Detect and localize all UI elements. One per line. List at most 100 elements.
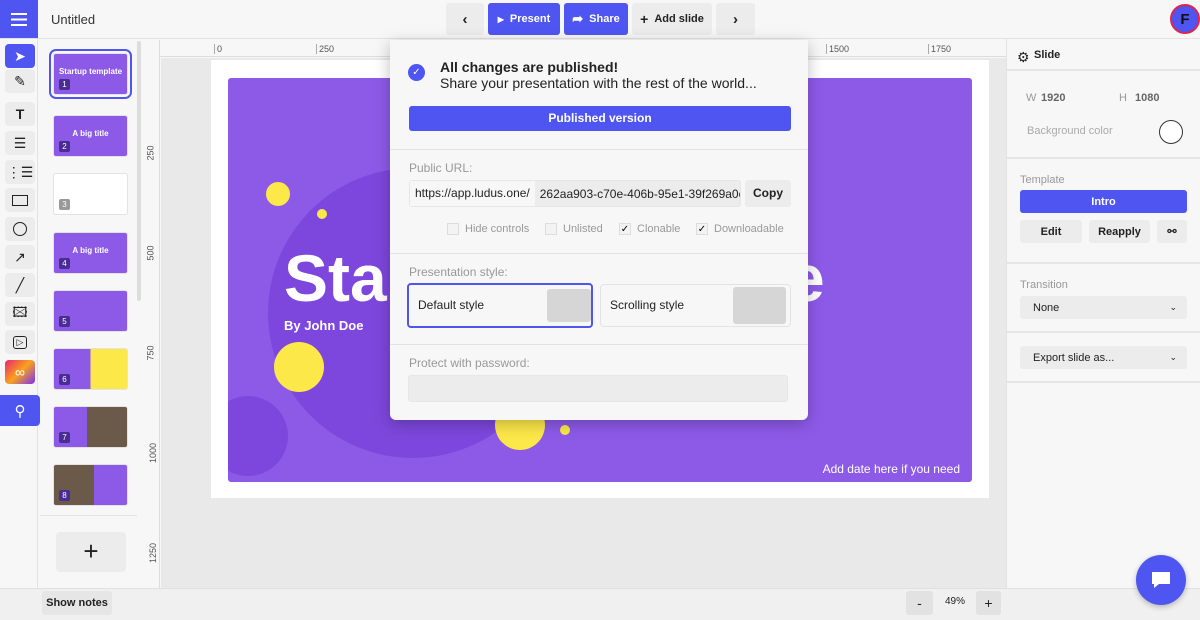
image-tool[interactable]: 🖾: [5, 302, 35, 326]
slide-thumbnail[interactable]: Startup template 1: [49, 49, 132, 99]
rectangle-icon: [12, 194, 28, 206]
clonable-checkbox[interactable]: ✓ Clonable: [619, 223, 680, 235]
user-avatar[interactable]: F: [1170, 4, 1200, 34]
unlisted-checkbox[interactable]: Unlisted: [545, 223, 603, 235]
zoom-level: 49%: [944, 596, 965, 607]
ruler-tick: 0: [214, 44, 222, 54]
height-value[interactable]: 1080: [1135, 92, 1159, 104]
ruler-tick: 1000: [148, 442, 159, 464]
add-slide-thumb-button[interactable]: +: [56, 532, 126, 572]
export-slide-select[interactable]: Export slide as... ⌄: [1020, 346, 1187, 369]
chat-button[interactable]: [1136, 555, 1186, 605]
add-slide-button[interactable]: + Add slide: [632, 3, 712, 35]
slide-thumbnail[interactable]: 7: [53, 406, 128, 448]
search-icon: ⚲: [14, 402, 26, 420]
decor-circle: [266, 182, 290, 206]
show-notes-button[interactable]: Show notes: [42, 591, 112, 615]
creative-cloud-icon: ∞: [15, 364, 25, 380]
ruler-tick: 1500: [826, 44, 849, 54]
previous-slide-button[interactable]: ‹: [446, 3, 484, 35]
url-prefix: https://app.ludus.one/: [410, 181, 535, 206]
presentation-style-label: Presentation style:: [409, 265, 508, 279]
paragraph-tool[interactable]: ☰: [5, 131, 35, 155]
play-icon: ▶: [497, 14, 504, 24]
present-button[interactable]: ▶ Present: [488, 3, 560, 35]
menu-button[interactable]: [0, 0, 38, 38]
published-version-button[interactable]: Published version: [409, 106, 791, 131]
ellipse-tool[interactable]: [5, 217, 35, 241]
default-style-option[interactable]: Default style: [407, 283, 593, 328]
slide-title-left[interactable]: Sta: [284, 240, 387, 316]
text-icon: T: [15, 106, 25, 122]
slide-author[interactable]: By John Doe: [284, 318, 363, 333]
decor-circle: [228, 396, 288, 476]
style-preview: [547, 289, 591, 322]
share-arrow-icon: ➦: [572, 11, 584, 26]
slide-thumbnail[interactable]: 8: [53, 464, 128, 506]
width-value[interactable]: 1920: [1041, 92, 1065, 104]
template-label: Template: [1020, 174, 1065, 186]
password-label: Protect with password:: [409, 356, 530, 370]
background-color-label: Background color: [1027, 125, 1113, 137]
rectangle-tool[interactable]: [5, 188, 35, 212]
downloadable-checkbox[interactable]: ✓ Downloadable: [696, 223, 784, 235]
properties-panel: ⚙ Slide W 1920 H 1080 Background color T…: [1006, 39, 1200, 588]
creative-cloud-button[interactable]: ∞: [5, 360, 35, 384]
arrow-tool[interactable]: ↗: [5, 245, 35, 269]
template-intro-button[interactable]: Intro: [1020, 190, 1187, 213]
thumbnail-number: 8: [59, 490, 70, 501]
list-tool[interactable]: ⋮☰: [5, 160, 35, 184]
hide-controls-checkbox[interactable]: Hide controls: [447, 223, 529, 235]
thumbnail-number: 2: [59, 141, 70, 152]
zoom-in-button[interactable]: +: [976, 591, 1001, 615]
share-button[interactable]: ➦ Share: [564, 3, 628, 35]
background-color-swatch[interactable]: [1159, 120, 1183, 144]
unlink-template-button[interactable]: ⚯: [1157, 220, 1187, 243]
image-icon: 🖾: [12, 304, 28, 320]
thumbnail-scrollbar[interactable]: [137, 41, 141, 301]
transition-label: Transition: [1020, 279, 1068, 291]
public-url-field[interactable]: https://app.ludus.one/ 262aa903-c70e-406…: [409, 180, 741, 207]
line-tool[interactable]: ╱: [5, 273, 35, 297]
reapply-template-button[interactable]: Reapply: [1089, 220, 1150, 243]
height-label: H: [1119, 92, 1127, 104]
line-icon: ╱: [15, 276, 25, 293]
edit-template-button[interactable]: Edit: [1020, 220, 1082, 243]
slide-thumbnail[interactable]: 3: [53, 173, 128, 215]
public-url-label: Public URL:: [409, 161, 473, 175]
video-tool[interactable]: ▷: [5, 330, 35, 354]
thumbnail-number: 4: [59, 258, 70, 269]
list-icon: ⋮☰: [6, 163, 34, 180]
thumbnail-title: Startup template: [58, 67, 123, 76]
ruler-tick: 250: [145, 145, 156, 161]
ruler-tick: 750: [145, 345, 156, 361]
slide-thumbnail[interactable]: A big title 2: [53, 115, 128, 157]
zoom-out-button[interactable]: -: [906, 591, 933, 615]
copy-url-button[interactable]: Copy: [745, 180, 791, 207]
chevron-left-icon: ‹: [462, 10, 468, 28]
document-title[interactable]: Untitled: [51, 12, 95, 27]
url-id[interactable]: 262aa903-c70e-406b-95e1-39f269a0c: [535, 187, 740, 201]
next-slide-button[interactable]: ›: [716, 3, 755, 35]
transition-select[interactable]: None ⌄: [1020, 296, 1187, 319]
search-button[interactable]: ⚲: [0, 395, 40, 426]
panel-header: Slide: [1034, 49, 1061, 61]
chevron-down-icon: ⌄: [1169, 302, 1177, 312]
checkbox-box: [545, 223, 557, 235]
password-input[interactable]: [408, 375, 788, 402]
checkmark-icon: ✓: [696, 223, 708, 235]
text-tool[interactable]: T: [5, 102, 35, 126]
select-tool[interactable]: ➤: [5, 44, 35, 68]
paragraph-icon: ☰: [13, 134, 27, 151]
scrolling-style-option[interactable]: Scrolling style: [600, 284, 791, 327]
slide-thumbnail[interactable]: A big title 4: [53, 232, 128, 274]
publish-heading: All changes are published!: [440, 59, 619, 75]
slide-date[interactable]: Add date here if you need: [823, 462, 960, 476]
chevron-down-icon: ⌄: [1169, 352, 1177, 362]
top-bar: Untitled ‹ ▶ Present ➦ Share + Add slide › …: [0, 0, 1200, 39]
pen-tool[interactable]: ✎: [5, 69, 35, 93]
decor-circle: [274, 342, 324, 392]
slide-thumbnail[interactable]: 5: [53, 290, 128, 332]
slide-thumbnail[interactable]: 6: [53, 348, 128, 390]
video-icon: ▷: [12, 335, 28, 349]
